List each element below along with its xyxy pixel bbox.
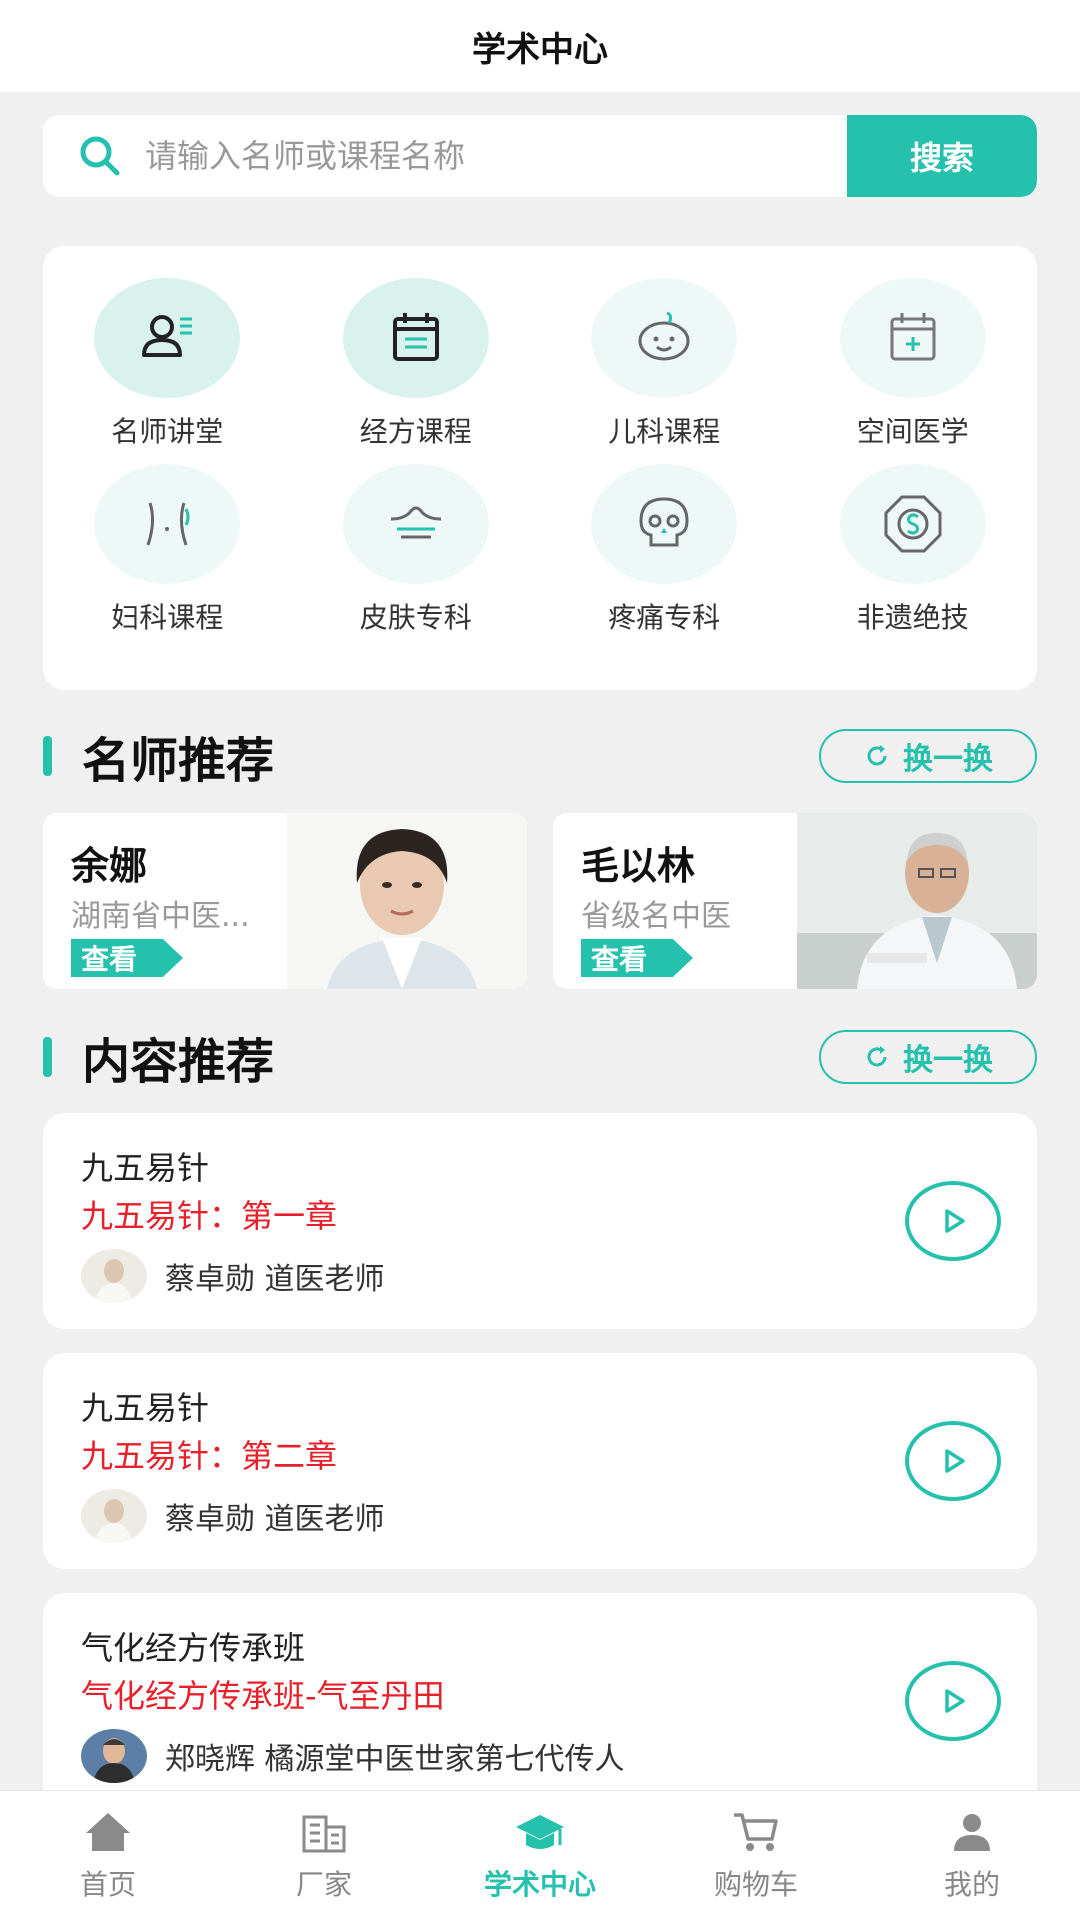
category-heritage-skills[interactable]: 非遗绝技 <box>789 464 1038 650</box>
home-icon <box>86 1812 130 1851</box>
user-icon <box>954 1813 990 1851</box>
section-title: 名师推荐 <box>82 733 275 789</box>
author-name: 郑晓辉 橘源堂中医世家第七代传人 <box>165 1742 625 1777</box>
content-card[interactable]: 九五易针 九五易针：第一章 蔡卓勋 道医老师 <box>43 1113 1037 1329</box>
teacher-list: 余娜 湖南省中医... 查看 毛以林 省级名中医 查看 <box>43 813 1037 989</box>
author-avatar <box>81 1489 147 1543</box>
category-label: 儿科课程 <box>608 415 721 448</box>
teacher-name: 毛以林 <box>581 844 696 888</box>
play-button[interactable] <box>905 1421 1001 1501</box>
author-avatar <box>81 1729 147 1783</box>
category-label: 经方课程 <box>359 415 472 448</box>
baby-face-icon <box>638 311 690 361</box>
play-icon <box>945 1209 965 1233</box>
tab-label: 我的 <box>943 1867 1000 1901</box>
search-icon <box>80 136 120 176</box>
content-chapter: 九五易针：第二章 <box>81 1437 338 1475</box>
content-chapter: 气化经方传承班-气至丹田 <box>81 1677 445 1715</box>
teacher-name: 余娜 <box>71 844 148 888</box>
content-chapter: 九五易针：第一章 <box>81 1197 338 1235</box>
content-section-header: 内容推荐 换一换 <box>43 1027 1037 1090</box>
tab-label: 购物车 <box>713 1867 798 1901</box>
play-icon <box>945 1449 965 1473</box>
teacher-section-header: 名师推荐 换一换 <box>43 726 1037 789</box>
section-accent-bar <box>43 736 52 776</box>
calendar-list-icon <box>392 313 439 361</box>
content-card[interactable]: 气化经方传承班 气化经方传承班-气至丹田 郑晓辉 橘源堂中医世家第七代传人 <box>43 1593 1037 1809</box>
content-title: 九五易针 <box>81 1149 210 1187</box>
author-name: 蔡卓勋 道医老师 <box>165 1262 385 1297</box>
play-button[interactable] <box>905 1661 1001 1741</box>
category-gynecology[interactable]: 妇科课程 <box>43 464 292 650</box>
category-classic-formula[interactable]: 经方课程 <box>292 278 541 464</box>
octagon-coin-icon <box>884 495 942 553</box>
teacher-refresh-button[interactable]: 换一换 <box>819 729 1037 783</box>
author-name: 蔡卓勋 道医老师 <box>165 1502 385 1537</box>
teacher-card[interactable]: 毛以林 省级名中医 查看 <box>553 813 1037 989</box>
category-pediatrics[interactable]: 儿科课程 <box>540 278 789 464</box>
female-body-icon <box>146 502 190 546</box>
content-refresh-button[interactable]: 换一换 <box>819 1030 1037 1084</box>
tab-cart[interactable]: 购物车 <box>648 1791 864 1920</box>
tab-home[interactable]: 首页 <box>0 1791 216 1920</box>
category-label: 空间医学 <box>856 415 969 448</box>
teacher-photo <box>287 813 527 989</box>
category-label: 名师讲堂 <box>111 415 224 448</box>
calendar-plus-icon <box>890 313 936 361</box>
search-input[interactable] <box>145 137 847 175</box>
graduation-cap-icon <box>516 1814 564 1849</box>
refresh-icon <box>867 1046 887 1067</box>
category-dermatology[interactable]: 皮肤专科 <box>292 464 541 650</box>
teacher-title: 省级名中医 <box>581 899 731 934</box>
skin-layer-icon <box>390 506 441 539</box>
section-title: 内容推荐 <box>82 1034 275 1090</box>
search-bar: 搜索 <box>43 115 1037 197</box>
content-card[interactable]: 九五易针 九五易针：第二章 蔡卓勋 道医老师 <box>43 1353 1037 1569</box>
category-label: 疼痛专科 <box>608 601 721 634</box>
author-avatar <box>81 1249 147 1303</box>
app-header: 学术中心 <box>0 0 1080 92</box>
category-space-medicine[interactable]: 空间医学 <box>789 278 1038 464</box>
teacher-view-button[interactable]: 查看 <box>581 939 693 977</box>
refresh-label: 换一换 <box>903 742 993 777</box>
category-label: 皮肤专科 <box>359 601 472 634</box>
play-button[interactable] <box>905 1181 1001 1261</box>
category-label: 妇科课程 <box>111 601 224 634</box>
play-icon <box>945 1689 965 1713</box>
teacher-view-button[interactable]: 查看 <box>71 939 183 977</box>
category-teacher-lecture[interactable]: 名师讲堂 <box>43 278 292 464</box>
cart-icon <box>734 1812 778 1851</box>
section-accent-bar <box>43 1037 52 1077</box>
skull-icon <box>639 497 689 547</box>
content-title: 九五易针 <box>81 1389 210 1427</box>
teacher-card[interactable]: 余娜 湖南省中医... 查看 <box>43 813 527 989</box>
tab-label: 首页 <box>79 1867 136 1901</box>
content-title: 气化经方传承班 <box>81 1629 306 1667</box>
tab-manufacturer[interactable]: 厂家 <box>216 1791 432 1920</box>
bottom-tab-bar: 首页 厂家 学术中心 购物车 我的 <box>0 1790 1080 1920</box>
tab-academic-center[interactable]: 学术中心 <box>432 1791 648 1920</box>
category-label: 非遗绝技 <box>856 601 969 634</box>
tab-mine[interactable]: 我的 <box>864 1791 1080 1920</box>
page-title: 学术中心 <box>472 29 608 70</box>
category-pain[interactable]: 疼痛专科 <box>540 464 789 650</box>
refresh-label: 换一换 <box>903 1043 993 1078</box>
teacher-photo <box>797 813 1037 989</box>
search-button[interactable]: 搜索 <box>847 115 1037 197</box>
refresh-icon <box>867 745 887 766</box>
teacher-icon <box>142 315 193 357</box>
category-panel: 名师讲堂 经方课程 儿科课程 空间医学 妇科课程 皮肤专科 疼痛专科 非遗绝技 <box>43 246 1037 690</box>
tab-label: 厂家 <box>295 1867 352 1901</box>
tab-label: 学术中心 <box>483 1867 596 1901</box>
building-icon <box>302 1815 346 1852</box>
teacher-title: 湖南省中医... <box>71 899 250 934</box>
